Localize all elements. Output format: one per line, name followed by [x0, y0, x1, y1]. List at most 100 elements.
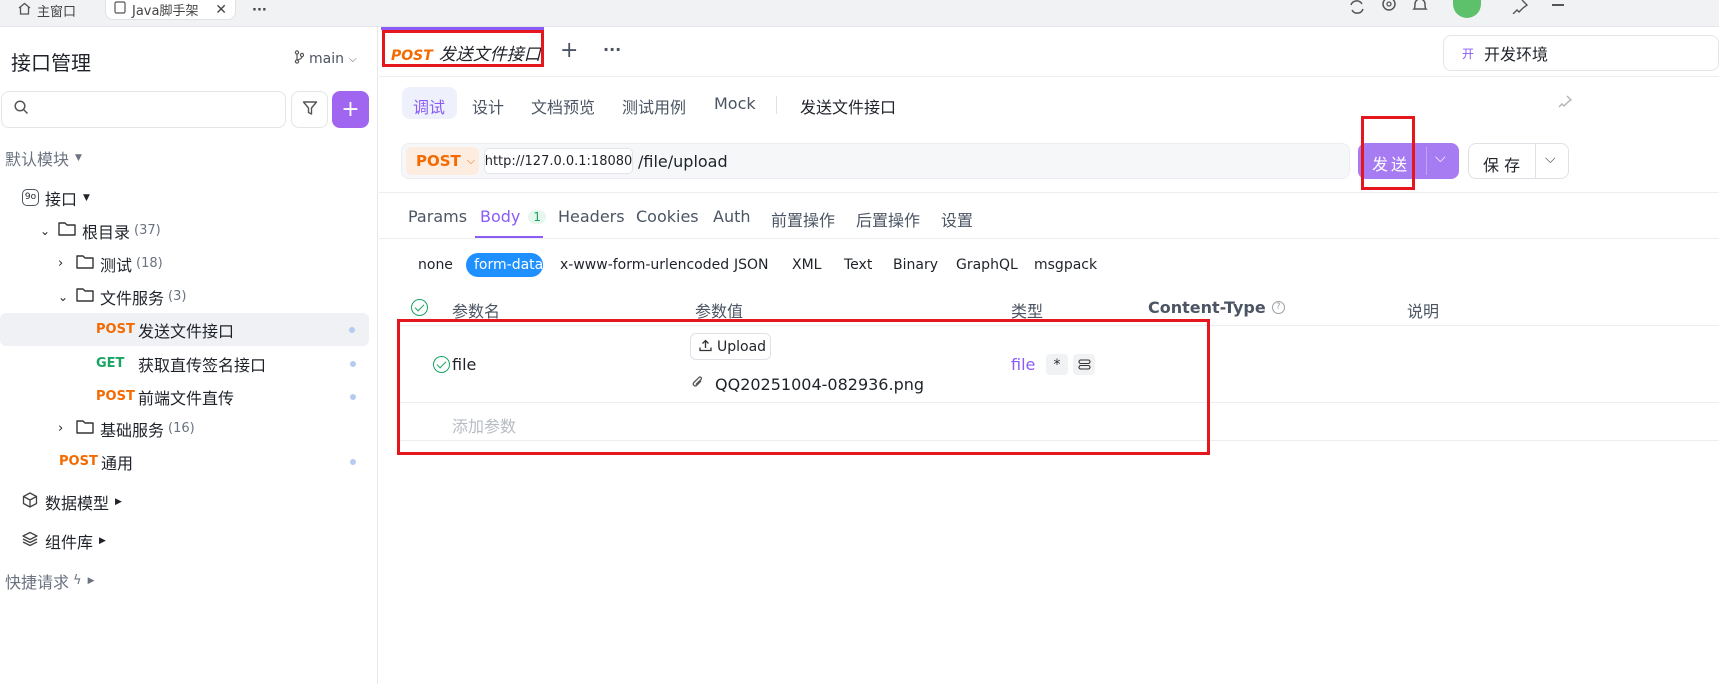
folder-count: (18): [136, 256, 163, 271]
bell-icon[interactable]: [1411, 0, 1429, 18]
body-type-xml[interactable]: XML: [792, 257, 821, 273]
folder-count: (37): [134, 223, 161, 238]
body-type-json[interactable]: JSON: [734, 257, 769, 273]
url-path-input[interactable]: /file/upload: [638, 152, 728, 171]
gear-icon[interactable]: [1380, 0, 1398, 18]
window-more-button[interactable]: ···: [252, 0, 267, 20]
api-name[interactable]: 发送文件接口: [800, 94, 896, 118]
avatar[interactable]: [1453, 0, 1481, 18]
sidebar-item-components[interactable]: 组件库 ▶: [22, 524, 392, 557]
tab-mock[interactable]: Mock: [714, 94, 756, 113]
branch-selector[interactable]: main ⌵: [294, 50, 357, 68]
folder-base-service[interactable]: › 基础服务 (16): [58, 412, 428, 445]
tab-params[interactable]: Params: [408, 207, 467, 226]
folder-label: 测试: [100, 255, 133, 275]
default-module[interactable]: 默认模块 ▼: [5, 141, 375, 174]
document-icon: [114, 1, 126, 18]
divider: [776, 96, 777, 114]
caret-right-icon: ▶: [87, 575, 95, 586]
search-input[interactable]: [37, 101, 277, 118]
add-tab-button[interactable]: +: [560, 38, 578, 63]
sidebar-item-label: 接口: [45, 189, 78, 209]
home-icon: [18, 2, 31, 19]
tab-design[interactable]: 设计: [472, 94, 504, 118]
highlight-box-tab: [382, 30, 544, 67]
tab-pre-ops[interactable]: 前置操作: [771, 207, 835, 231]
sidebar-item-data-model[interactable]: 数据模型 ▶: [22, 485, 392, 518]
caret-down-icon: ▼: [75, 152, 82, 163]
chevron-down-icon: ⌵: [348, 53, 357, 65]
endpoint-label: 获取直传签名接口: [138, 355, 267, 375]
base-url-prefix[interactable]: http://127.0.0.1:18080: [484, 148, 633, 174]
chevron-right-icon: ›: [58, 256, 64, 271]
folder-root[interactable]: ⌄ 根目录 (37): [40, 214, 410, 247]
endpoint-common[interactable]: POST 通用: [0, 445, 370, 478]
body-type-binary[interactable]: Binary: [893, 257, 938, 273]
tab-cookies[interactable]: Cookies: [636, 207, 699, 226]
body-type-urlencoded[interactable]: x-www-form-urlencoded: [560, 257, 729, 273]
tab-body[interactable]: Body 1: [480, 207, 547, 226]
method-select[interactable]: POST ⌵: [406, 147, 479, 175]
filter-button[interactable]: [291, 91, 328, 128]
tab-headers[interactable]: Headers: [558, 207, 625, 226]
search-box[interactable]: [1, 91, 286, 128]
body-type-msgpack[interactable]: msgpack: [1034, 257, 1097, 273]
tab-debug[interactable]: 调试: [413, 94, 445, 118]
tab-doc-preview[interactable]: 文档预览: [531, 94, 595, 118]
environment-selector[interactable]: 开 开发环境: [1443, 35, 1719, 71]
window-tab-main[interactable]: 主窗口: [18, 0, 76, 20]
add-button[interactable]: +: [332, 91, 369, 128]
folder-count: (16): [168, 421, 195, 436]
status-dot: [350, 360, 356, 367]
highlight-box-params: [397, 319, 1210, 455]
tab-settings[interactable]: 设置: [941, 207, 973, 231]
status-dot: [349, 326, 355, 333]
env-label: 开发环境: [1484, 45, 1549, 64]
body-type-none[interactable]: none: [418, 257, 453, 273]
tab-auth[interactable]: Auth: [713, 207, 751, 226]
save-button[interactable]: 保 存 ⌵: [1468, 143, 1569, 179]
folder-file-service[interactable]: ⌄ 文件服务 (3): [58, 280, 428, 313]
method-badge: POST: [96, 322, 135, 337]
sidebar-item-quick-request[interactable]: 快捷请求 ϟ ▶: [5, 564, 375, 597]
sidebar-item-api[interactable]: 9o 接口 ▼: [22, 181, 392, 214]
folder-icon: [58, 221, 76, 240]
endpoint-frontend-upload[interactable]: POST 前端文件直传: [0, 380, 370, 413]
tab-body-label: Body: [480, 207, 521, 226]
col-header-content-type-label: Content-Type: [1148, 298, 1266, 317]
sidebar-item-label: 组件库: [45, 532, 94, 552]
refresh-icon[interactable]: [1348, 0, 1366, 18]
tab-test-cases[interactable]: 测试用例: [622, 94, 686, 118]
endpoint-get-signature[interactable]: GET 获取直传签名接口: [0, 347, 370, 380]
folder-test[interactable]: › 测试 (18): [58, 247, 428, 280]
sidebar-item-label: 快捷请求: [5, 572, 70, 592]
body-type-form-data[interactable]: form-data: [474, 257, 543, 273]
chevron-down-icon: ⌄: [40, 223, 51, 238]
pin-icon[interactable]: [1511, 0, 1529, 18]
tab-more-button[interactable]: ···: [603, 40, 621, 59]
close-icon[interactable]: ✕: [215, 2, 227, 18]
divider: [379, 192, 1719, 193]
chevron-down-icon[interactable]: ⌵: [1435, 150, 1446, 166]
chevron-down-icon: ⌵: [466, 154, 476, 167]
caret-right-icon: ▶: [115, 496, 122, 507]
select-all-checkbox[interactable]: [411, 299, 428, 316]
chevron-down-icon[interactable]: ⌵: [1545, 151, 1556, 167]
help-icon[interactable]: ?: [1271, 301, 1285, 314]
folder-label: 根目录: [82, 222, 131, 242]
folder-label: 文件服务: [100, 288, 165, 308]
chevron-right-icon: ›: [58, 421, 64, 436]
sidebar: 接口管理 main ⌵ + 默认模块 ▼ 9o 接口 ▼ ⌄ 根目录 (37) …: [0, 27, 378, 684]
minimize-icon[interactable]: [1552, 4, 1564, 6]
body-type-text[interactable]: Text: [844, 257, 872, 273]
folder-icon: [76, 287, 94, 306]
body-type-graphql[interactable]: GraphQL: [956, 257, 1018, 273]
tab-post-ops[interactable]: 后置操作: [856, 207, 920, 231]
tab-body-count: 1: [528, 209, 547, 224]
method-badge: GET: [96, 356, 125, 371]
window-tab-java[interactable]: Java脚手架 ✕: [105, 0, 236, 20]
endpoint-send-file[interactable]: POST 发送文件接口: [0, 313, 369, 346]
folder-icon: [76, 419, 94, 438]
save-label: 保 存: [1483, 156, 1521, 175]
pin-icon[interactable]: [1558, 95, 1573, 115]
